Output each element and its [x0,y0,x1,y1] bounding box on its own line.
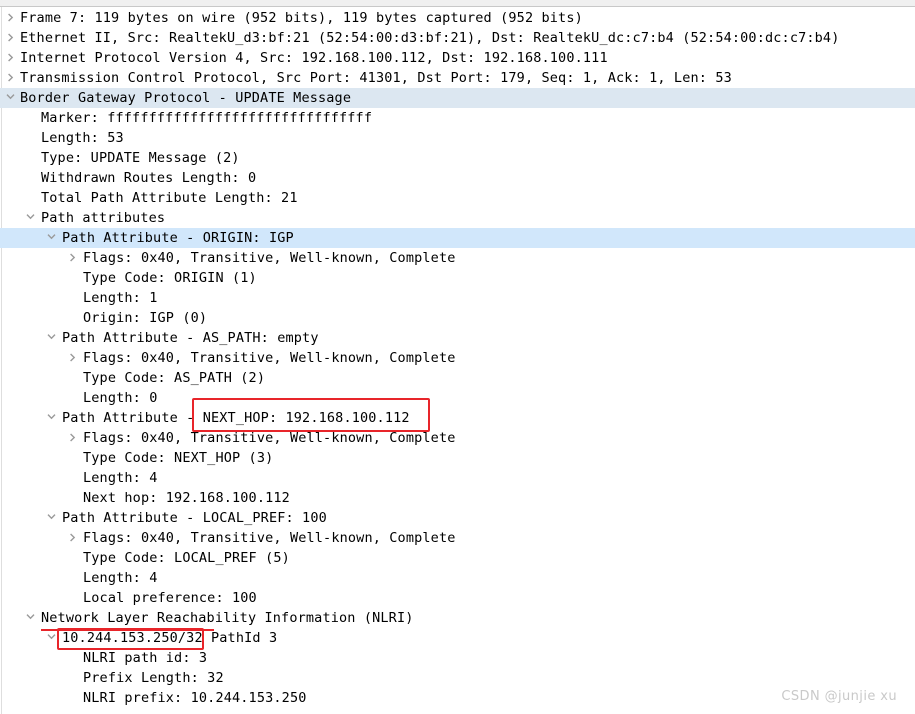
tree-row-nexthop-value[interactable]: Next hop: 192.168.100.112 [0,488,915,508]
tree-row-localpref-flags[interactable]: Flags: 0x40, Transitive, Well-known, Com… [0,528,915,548]
tree-row-origin-length[interactable]: Length: 1 [0,288,915,308]
tree-row-marker[interactable]: Marker: ffffffffffffffffffffffffffffffff [0,108,915,128]
tree-row-type[interactable]: Type: UPDATE Message (2) [0,148,915,168]
chevron-down-icon[interactable] [3,88,17,108]
chevron-right-icon[interactable] [3,28,17,48]
tree-row-label: Flags: 0x40, Transitive, Well-known, Com… [83,250,456,266]
tree-row-nlri-path-id[interactable]: NLRI path id: 3 [0,648,915,668]
tree-row-length[interactable]: Length: 53 [0,128,915,148]
tree-row-label: Internet Protocol Version 4, Src: 192.16… [20,50,608,66]
tree-row-label: Prefix Length: 32 [83,670,224,686]
chevron-right-icon[interactable] [65,528,79,548]
tree-row-nexthop-flags[interactable]: Flags: 0x40, Transitive, Well-known, Com… [0,428,915,448]
annotation-underline-nlri [41,629,214,631]
tree-row-ethernet[interactable]: Ethernet II, Src: RealtekU_d3:bf:21 (52:… [0,28,915,48]
tree-row-tcp[interactable]: Transmission Control Protocol, Src Port:… [0,68,915,88]
tree-row-origin-flags[interactable]: Flags: 0x40, Transitive, Well-known, Com… [0,248,915,268]
tree-row-label: Frame 7: 119 bytes on wire (952 bits), 1… [20,10,583,26]
tree-row-localpref-typecode[interactable]: Type Code: LOCAL_PREF (5) [0,548,915,568]
tree-row-nlri-prefix[interactable]: NLRI prefix: 10.244.153.250 [0,688,915,708]
tree-row-pa-nexthop[interactable]: Path Attribute - NEXT_HOP: 192.168.100.1… [0,408,915,428]
tree-row-nexthop-length[interactable]: Length: 4 [0,468,915,488]
tree-row-aspath-flags[interactable]: Flags: 0x40, Transitive, Well-known, Com… [0,348,915,368]
tree-row-label: Transmission Control Protocol, Src Port:… [20,70,732,86]
chevron-down-icon[interactable] [44,408,58,428]
watermark: CSDN @junjie xu [781,689,897,704]
tree-row-path-attributes[interactable]: Path attributes [0,208,915,228]
chevron-down-icon[interactable] [23,208,37,228]
tree-row-localpref-value[interactable]: Local preference: 100 [0,588,915,608]
chevron-right-icon[interactable] [65,428,79,448]
chevron-right-icon[interactable] [3,48,17,68]
tree-row-label: Length: 53 [41,130,124,146]
chevron-down-icon[interactable] [44,508,58,528]
tree-row-label: Border Gateway Protocol - UPDATE Message [20,90,352,106]
tree-row-pa-localpref[interactable]: Path Attribute - LOCAL_PREF: 100 [0,508,915,528]
tree-row-label: Flags: 0x40, Transitive, Well-known, Com… [83,530,456,546]
chevron-down-icon[interactable] [44,628,58,648]
wireshark-packet-details-pane: Frame 7: 119 bytes on wire (952 bits), 1… [0,0,915,714]
chevron-down-icon[interactable] [44,328,58,348]
tree-row-label: Local preference: 100 [83,590,257,606]
tree-row-label: Ethernet II, Src: RealtekU_d3:bf:21 (52:… [20,30,840,46]
tree-row-label: Withdrawn Routes Length: 0 [41,170,257,186]
tree-row-label: Type Code: NEXT_HOP (3) [83,450,274,466]
tree-row-label: 10.244.153.250/32 PathId 3 [62,630,278,646]
tree-row-label: Flags: 0x40, Transitive, Well-known, Com… [83,350,456,366]
tree-row-label: Length: 4 [83,570,158,586]
tree-row-frame[interactable]: Frame 7: 119 bytes on wire (952 bits), 1… [0,8,915,28]
tree-row-aspath-typecode[interactable]: Type Code: AS_PATH (2) [0,368,915,388]
tree-row-nlri-prefix-node[interactable]: 10.244.153.250/32 PathId 3 [0,628,915,648]
tree-row-nlri[interactable]: Network Layer Reachability Information (… [0,608,915,628]
tree-row-label: Network Layer Reachability Information (… [41,610,414,626]
tree-row-origin-value[interactable]: Origin: IGP (0) [0,308,915,328]
tree-row-label: Type: UPDATE Message (2) [41,150,240,166]
tree-row-label: Origin: IGP (0) [83,310,208,326]
tree-row-label: Type Code: ORIGIN (1) [83,270,257,286]
tree-row-pa-origin[interactable]: Path Attribute - ORIGIN: IGP [0,228,915,248]
tree-row-localpref-length[interactable]: Length: 4 [0,568,915,588]
tree-row-aspath-length[interactable]: Length: 0 [0,388,915,408]
tree-row-label: Marker: ffffffffffffffffffffffffffffffff [41,110,373,126]
tree-row-label: Length: 0 [83,390,158,406]
chevron-right-icon[interactable] [65,248,79,268]
tree-row-ip[interactable]: Internet Protocol Version 4, Src: 192.16… [0,48,915,68]
tree-row-pa-aspath[interactable]: Path Attribute - AS_PATH: empty [0,328,915,348]
tree-row-origin-typecode[interactable]: Type Code: ORIGIN (1) [0,268,915,288]
tree-row-label: Path Attribute - NEXT_HOP: 192.168.100.1… [62,410,410,426]
chevron-right-icon[interactable] [3,68,17,88]
tree-row-bgp[interactable]: Border Gateway Protocol - UPDATE Message [0,88,915,108]
pane-top-divider [0,0,915,7]
tree-row-nlri-prefix-len[interactable]: Prefix Length: 32 [0,668,915,688]
tree-row-withdrawn-routes[interactable]: Withdrawn Routes Length: 0 [0,168,915,188]
tree-row-total-path-attr[interactable]: Total Path Attribute Length: 21 [0,188,915,208]
tree-row-label: Path Attribute - AS_PATH: empty [62,330,319,346]
tree-row-label: Type Code: LOCAL_PREF (5) [83,550,290,566]
tree-row-label: Type Code: AS_PATH (2) [83,370,266,386]
tree-row-label: NLRI path id: 3 [83,650,208,666]
tree-row-label: Length: 1 [83,290,158,306]
tree-row-label: NLRI prefix: 10.244.153.250 [83,690,307,706]
packet-detail-tree[interactable]: Frame 7: 119 bytes on wire (952 bits), 1… [0,8,915,714]
chevron-down-icon[interactable] [23,608,37,628]
tree-row-label: Path attributes [41,210,166,226]
tree-row-nexthop-typecode[interactable]: Type Code: NEXT_HOP (3) [0,448,915,468]
tree-row-label: Path Attribute - ORIGIN: IGP [62,230,294,246]
tree-row-label: Length: 4 [83,470,158,486]
chevron-down-icon[interactable] [44,228,58,248]
tree-row-label: Total Path Attribute Length: 21 [41,190,298,206]
tree-row-label: Flags: 0x40, Transitive, Well-known, Com… [83,430,456,446]
chevron-right-icon[interactable] [65,348,79,368]
tree-row-label: Next hop: 192.168.100.112 [83,490,290,506]
tree-row-label: Path Attribute - LOCAL_PREF: 100 [62,510,327,526]
chevron-right-icon[interactable] [3,8,17,28]
